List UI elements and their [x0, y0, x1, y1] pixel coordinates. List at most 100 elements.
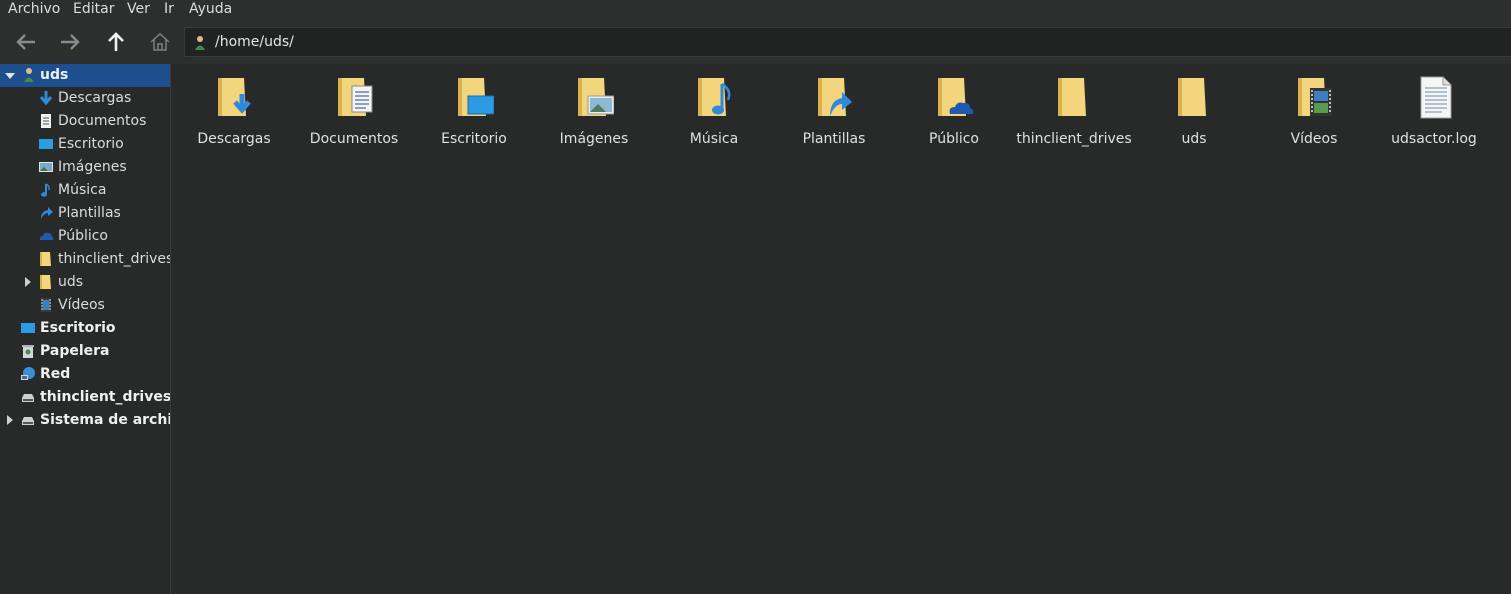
sidebar-item-label: Música	[58, 182, 107, 198]
file-name: Plantillas	[802, 131, 866, 147]
folder-documents-icon	[338, 78, 373, 116]
expander-down-icon[interactable]	[5, 73, 15, 79]
menu-archivo[interactable]: Archivo	[8, 1, 60, 17]
sidebar-item-label: Descargas	[58, 90, 132, 106]
sidebar-item-papelera[interactable]: Papelera	[0, 340, 170, 363]
arrow-right-icon	[61, 34, 80, 50]
folder-templates-icon	[818, 78, 852, 116]
file-item-musica[interactable]: Música	[654, 72, 774, 152]
folder-icon	[1178, 78, 1206, 116]
folder-pictures-icon	[578, 78, 614, 116]
sidebar-item-videos[interactable]: Vídeos	[0, 294, 170, 317]
drive-icon	[22, 394, 34, 402]
sidebar-item-label: thinclient_drives	[58, 251, 170, 267]
address-bar[interactable]: /home/uds/	[184, 27, 1511, 57]
sidebar-item-uds-home[interactable]: uds	[0, 64, 170, 87]
sidebar-item-imagenes[interactable]: Imágenes	[0, 156, 170, 179]
sidebar-item-label: Vídeos	[58, 297, 105, 313]
sidebar-item-escritorio-place[interactable]: Escritorio	[0, 317, 170, 340]
file-name: Público	[929, 131, 979, 147]
text-file-icon	[1420, 76, 1452, 119]
sidebar-item-label: Escritorio	[58, 136, 124, 152]
folder-videos-icon	[1298, 78, 1332, 116]
download-icon	[39, 91, 53, 106]
video-icon	[41, 298, 51, 312]
file-item-thinclient-drives[interactable]: thinclient_drives	[1014, 72, 1134, 152]
menu-ayuda[interactable]: Ayuda	[189, 1, 232, 17]
file-name: Imágenes	[559, 131, 629, 147]
cloud-icon	[39, 232, 54, 240]
sidebar-item-label: Red	[40, 366, 71, 382]
sidebar-item-publico[interactable]: Público	[0, 225, 170, 248]
sidebar-item-musica[interactable]: Música	[0, 179, 170, 202]
file-name: Música	[689, 131, 739, 147]
menu-ver[interactable]: Ver	[127, 1, 150, 17]
menu-ir[interactable]: Ir	[164, 1, 174, 17]
file-name: Descargas	[197, 131, 271, 147]
template-icon	[41, 207, 53, 219]
file-item-descargas[interactable]: Descargas	[174, 72, 294, 152]
file-name: Vídeos	[1290, 131, 1338, 147]
document-icon	[41, 114, 51, 128]
forward-button[interactable]	[56, 28, 84, 56]
folder-public-icon	[938, 78, 974, 116]
sidebar: uds Descargas Documentos Escritorio Imág…	[0, 64, 170, 594]
file-item-documentos[interactable]: Documentos	[294, 72, 414, 152]
sidebar-item-label: Público	[58, 228, 108, 244]
folder-icon	[40, 252, 51, 266]
sidebar-item-red[interactable]: Red	[0, 363, 170, 386]
file-name: Escritorio	[441, 131, 507, 147]
arrow-left-icon	[16, 34, 35, 50]
sidebar-item-uds-folder[interactable]: uds	[0, 271, 170, 294]
desktop-icon	[39, 139, 53, 149]
up-button[interactable]	[102, 28, 130, 56]
back-button[interactable]	[12, 28, 40, 56]
network-icon	[21, 367, 35, 380]
sidebar-item-label: Imágenes	[58, 159, 127, 175]
user-home-icon	[24, 68, 34, 82]
sidebar-item-thinclient-drives[interactable]: thinclient_drives	[0, 248, 170, 271]
file-name: Documentos	[309, 131, 399, 147]
address-path: /home/uds/	[215, 34, 294, 50]
file-name: thinclient_drives	[1016, 131, 1132, 147]
menu-editar[interactable]: Editar	[73, 1, 114, 17]
sidebar-item-label: uds	[58, 274, 84, 290]
music-icon	[41, 183, 50, 197]
file-item-uds[interactable]: uds	[1134, 72, 1254, 152]
sidebar-item-label: Documentos	[58, 113, 147, 129]
sidebar-item-documentos[interactable]: Documentos	[0, 110, 170, 133]
file-name: udsactor.log	[1391, 131, 1477, 147]
file-item-udsactor-log[interactable]: udsactor.log	[1374, 72, 1494, 152]
toolbar: /home/uds/	[0, 20, 1511, 64]
folder-download-icon	[218, 78, 251, 116]
sidebar-item-label: Plantillas	[58, 205, 121, 221]
file-item-imagenes[interactable]: Imágenes	[534, 72, 654, 152]
sidebar-item-thinclient-drive-mount[interactable]: thinclient_drives	[0, 386, 170, 409]
sidebar-item-label: Escritorio	[40, 320, 116, 336]
expander-right-icon[interactable]	[7, 415, 13, 425]
file-item-videos[interactable]: Vídeos	[1254, 72, 1374, 152]
file-item-plantillas[interactable]: Plantillas	[774, 72, 894, 152]
user-home-icon	[195, 36, 205, 50]
sidebar-item-plantillas[interactable]: Plantillas	[0, 202, 170, 225]
file-view[interactable]: Descargas Documentos Escritorio Imágenes	[171, 64, 1511, 594]
home-icon	[150, 32, 170, 51]
file-item-publico[interactable]: Público	[894, 72, 1014, 152]
folder-icon	[40, 275, 51, 289]
expander-right-icon[interactable]	[25, 277, 31, 287]
sidebar-item-descargas[interactable]: Descargas	[0, 87, 170, 110]
menu-bar: Archivo Editar Ver Ir Ayuda	[0, 0, 1511, 20]
file-item-escritorio[interactable]: Escritorio	[414, 72, 534, 152]
sidebar-item-sistema-de-archivos[interactable]: Sistema de archi	[0, 409, 170, 432]
image-icon	[39, 162, 53, 172]
folder-music-icon	[698, 78, 731, 116]
sidebar-item-label: uds	[40, 67, 69, 83]
desktop-icon	[21, 323, 35, 333]
sidebar-item-escritorio[interactable]: Escritorio	[0, 133, 170, 156]
sidebar-item-label: thinclient_drives	[40, 389, 170, 405]
home-button[interactable]	[146, 28, 174, 56]
drive-icon	[22, 417, 34, 425]
folder-icon	[1058, 78, 1086, 116]
file-name: uds	[1181, 131, 1207, 147]
sidebar-item-label: Sistema de archi	[40, 412, 170, 428]
